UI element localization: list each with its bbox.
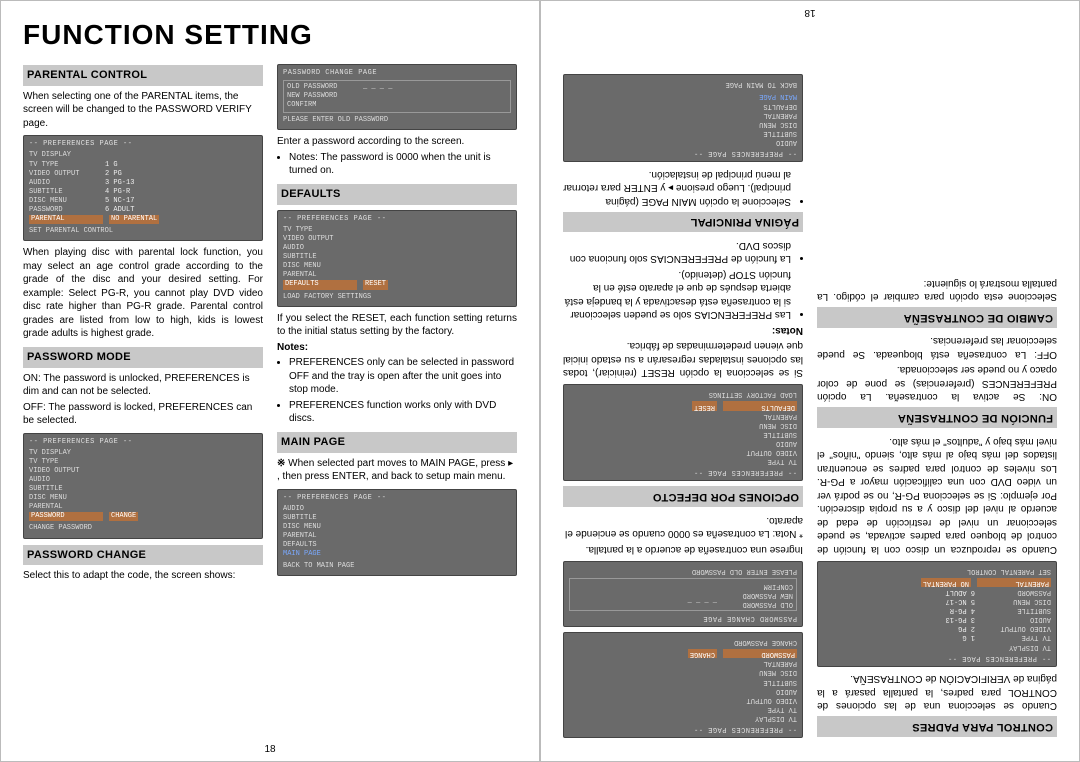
notas-label: Notas: [563, 323, 803, 337]
note-default-pw: Notes: The password is 0000 when the uni… [289, 151, 517, 178]
nota-pref-dvd: La función de PREFERENCIAS solo funciona… [563, 238, 791, 265]
right-column-2: -- PREFERENCES PAGE -- TV DISPLAY TV TYP… [563, 69, 803, 743]
osd-preferences-parental: -- PREFERENCES PAGE -- TV DISPLAY TV TYP… [23, 135, 263, 241]
enter-password-text: Enter a password according to the screen… [277, 135, 517, 149]
right-column-1: CONTROL PARA PADRES Cuando se selecciona… [817, 69, 1057, 743]
opdef-body: Si se selecciona la opción RESET (reinic… [563, 339, 803, 380]
osd-es-pwchange: PASSWORD CHANGE PAGE OLD PASSWORD_ _ _ _… [563, 561, 803, 627]
section-password-mode: PASSWORD MODE [23, 347, 263, 368]
section-main-page: MAIN PAGE [277, 432, 517, 453]
osd-es-password: -- PREFERENCES PAGE -- TV DISPLAY TV TYP… [563, 632, 803, 738]
section-password-change: PASSWORD CHANGE [23, 545, 263, 566]
osd-es-mainpage: -- PREFERENCES PAGE -- AUDIO SUBTITLE DI… [563, 74, 803, 162]
pwchange-body: Select this to adapt the code, the scree… [23, 569, 263, 583]
osd-es-defaults: -- PREFERENCES PAGE -- TV TYPE VIDEO OUT… [563, 384, 803, 481]
fcon-off: OFF: La contraseña está bloqueada. Se pu… [817, 334, 1057, 361]
osd-password-change-page: PASSWORD CHANGE PAGE OLD PASSWORD_ _ _ _… [277, 64, 517, 130]
parental-body: When playing disc with parental lock fun… [23, 246, 263, 341]
cpp-intro: Cuando se selecciona una de las opciones… [817, 672, 1057, 713]
osd-main-page: -- PREFERENCES PAGE -- AUDIO SUBTITLE DI… [277, 489, 517, 577]
osd-preferences-password: -- PREFERENCES PAGE -- TV DISPLAY TV TYP… [23, 433, 263, 539]
pwmode-on: ON: The password is unlocked, PREFERENCE… [23, 372, 263, 399]
section-defaults: DEFAULTS [277, 184, 517, 205]
osd-es-parental: -- PREFERENCES PAGE -- TV DISPLAY TV TYP… [817, 561, 1057, 667]
section-opciones-defecto: OPCIONES POR DEFECTO [563, 486, 803, 507]
parental-intro: When selecting one of the PARENTAL items… [23, 90, 263, 131]
nota-pref-select: Las PREFERENCIAS solo se pueden seleccio… [563, 267, 791, 321]
pwmode-off: OFF: The password is locked, PREFERENCES… [23, 401, 263, 428]
cambio-body: Seleccione esta opción para cambiar el c… [817, 276, 1057, 303]
section-pagina-principal: PÁGINA PRINCIPAL [563, 212, 803, 233]
page-number-right: 18 [541, 7, 1079, 18]
page-number-left: 18 [1, 744, 539, 755]
cambio-nota: * Nota: La contraseña es 0000 cuando se … [563, 513, 803, 540]
note-pref-select: PREFERENCES only can be selected in pass… [289, 356, 517, 397]
pp-body: Seleccione la opción MAIN PAGE (página p… [563, 167, 791, 208]
cpp-body: Cuando se reproduzca un disco con la fun… [817, 434, 1057, 556]
page-title: FUNCTION SETTING [23, 19, 517, 51]
manual-page-left: FUNCTION SETTING PARENTAL CONTROL When s… [0, 0, 540, 762]
section-parental-control: PARENTAL CONTROL [23, 65, 263, 86]
section-cambio-contrasena: CAMBIO DE CONTRASEÑA [817, 307, 1057, 328]
section-control-padres: CONTROL PARA PADRES [817, 716, 1057, 737]
note-pref-dvd: PREFERENCES function works only with DVD… [289, 399, 517, 426]
cambio-body2: Ingrese una contraseña de acuerdo a la p… [563, 542, 803, 556]
section-funcion-contrasena: FUNCIÓN DE CONTRASEÑA [817, 407, 1057, 428]
left-column-1: PARENTAL CONTROL When selecting one of t… [23, 59, 263, 585]
defaults-body: If you select the RESET, each function s… [277, 312, 517, 339]
manual-page-right-rotated: CONTROL PARA PADRES Cuando se selecciona… [540, 0, 1080, 762]
left-column-2: PASSWORD CHANGE PAGE OLD PASSWORD_ _ _ _… [277, 59, 517, 585]
notes-label: Notes: [277, 341, 517, 355]
osd-defaults: -- PREFERENCES PAGE -- TV TYPE VIDEO OUT… [277, 210, 517, 307]
fcon-on: ON: Se activa la contraseña. La opción P… [817, 363, 1057, 404]
mainpage-body: ※ When selected part moves to MAIN PAGE,… [277, 457, 517, 484]
